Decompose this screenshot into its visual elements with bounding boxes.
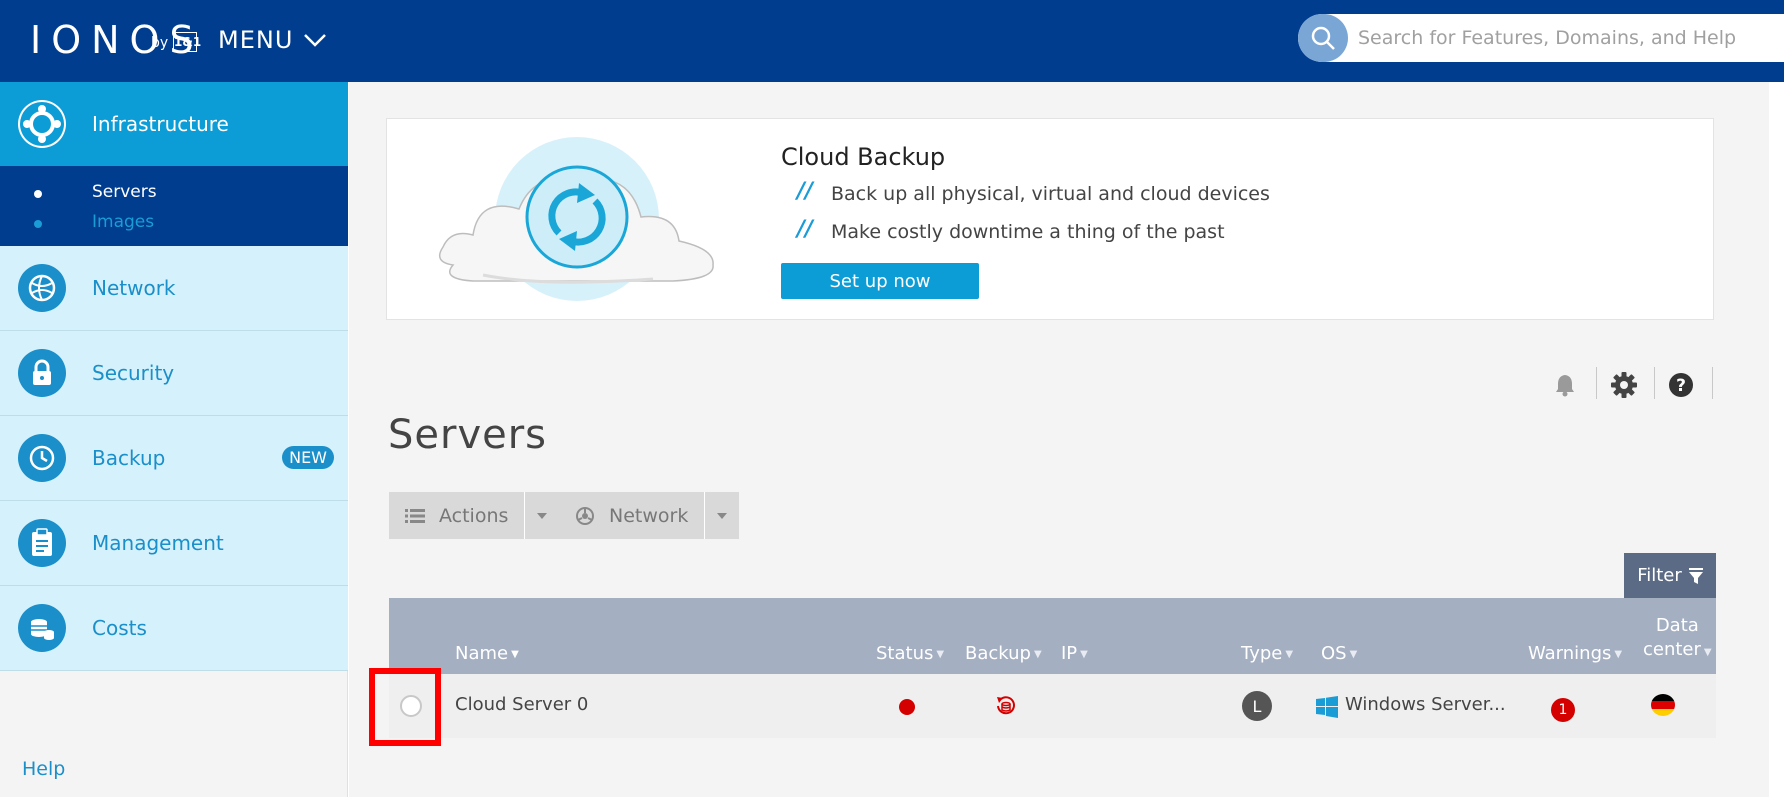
column-header-datacenter[interactable]: Data center ▼ — [1643, 614, 1712, 665]
sidebar-subnav: Servers Images — [0, 166, 348, 246]
network-dropdown-toggle[interactable] — [705, 492, 739, 539]
network-button-group: Network — [559, 492, 740, 539]
column-header-backup[interactable]: Backup ▼ — [965, 643, 1042, 664]
row-select-radio[interactable] — [400, 695, 422, 717]
windows-icon — [1316, 696, 1338, 718]
type-badge: L — [1242, 691, 1272, 721]
column-header-type[interactable]: Type ▼ — [1241, 643, 1293, 664]
active-dot-icon — [34, 190, 42, 198]
sidebar-item-management[interactable]: Management — [0, 501, 348, 586]
sidebar-item-label: Costs — [92, 616, 147, 640]
clock-icon — [18, 434, 66, 482]
germany-flag-icon — [1651, 694, 1675, 716]
help-icon[interactable]: ? — [1668, 372, 1694, 398]
actions-button-group: Actions — [389, 492, 560, 539]
search-input[interactable] — [1358, 14, 1778, 62]
sidebar-item-label: Management — [92, 531, 224, 555]
toolbar-icons: ? — [1540, 365, 1716, 405]
network-label: Network — [609, 504, 689, 527]
promo-title: Cloud Backup — [781, 143, 946, 171]
column-header-ip[interactable]: IP ▼ — [1061, 643, 1088, 664]
toolbar-divider — [1712, 367, 1713, 399]
sidebar-item-infrastructure[interactable]: Infrastructure — [0, 82, 348, 166]
toolbar-divider — [1596, 367, 1597, 399]
actions-button[interactable]: Actions — [389, 492, 526, 539]
chevron-down-icon — [304, 34, 327, 47]
column-header-os[interactable]: OS ▼ — [1321, 643, 1357, 664]
menu-label: MENU — [218, 26, 294, 54]
sidebar: Infrastructure Servers Images Network Se… — [0, 82, 348, 797]
check-icon: // — [797, 217, 814, 242]
filter-label: Filter — [1637, 565, 1682, 586]
inactive-dot-icon — [34, 220, 42, 228]
lock-icon — [18, 349, 66, 397]
sidebar-item-costs[interactable]: Costs — [0, 586, 348, 671]
list-icon — [405, 508, 425, 523]
status-indicator — [899, 699, 915, 715]
new-badge: NEW — [282, 446, 334, 469]
table-row[interactable]: Cloud Server 0 L Windows Server... 1 — [389, 674, 1716, 738]
set-up-now-button[interactable]: Set up now — [781, 263, 979, 299]
search-box — [1298, 14, 1784, 62]
page-title: Servers — [388, 412, 548, 458]
server-name[interactable]: Cloud Server 0 — [455, 694, 588, 715]
caret-down-icon — [537, 512, 548, 519]
promo-bullet: Make costly downtime a thing of the past — [831, 221, 1225, 243]
sidebar-subitem-images[interactable]: Images — [92, 212, 154, 232]
sidebar-item-label: Infrastructure — [92, 112, 229, 136]
gear-icon[interactable] — [1610, 371, 1638, 399]
servers-table-header: Name ▼ Status ▼ Backup ▼ IP ▼ Type ▼ OS ▼ Warn… — [389, 598, 1716, 674]
caret-down-icon — [717, 512, 728, 519]
column-header-name[interactable]: Name ▼ — [455, 643, 519, 664]
bell-icon[interactable] — [1554, 373, 1576, 397]
sidebar-item-backup[interactable]: Backup NEW — [0, 416, 348, 501]
filter-button[interactable]: Filter — [1624, 553, 1716, 598]
column-header-status[interactable]: Status ▼ — [876, 643, 944, 664]
funnel-icon — [1688, 567, 1703, 584]
menu-button[interactable]: MENU — [218, 26, 327, 54]
actions-dropdown-toggle[interactable] — [525, 492, 559, 539]
logo-by-text: by — [151, 35, 169, 51]
clipboard-icon — [18, 519, 66, 567]
cloud-backup-promo: Cloud Backup // Back up all physical, vi… — [386, 118, 1714, 320]
sidebar-subitem-servers[interactable]: Servers — [92, 182, 157, 202]
search-icon[interactable] — [1298, 14, 1348, 62]
network-icon — [18, 264, 66, 312]
sidebar-item-label: Security — [92, 361, 175, 385]
logo-partner-badge: 1&1 — [173, 32, 201, 52]
sidebar-item-security[interactable]: Security — [0, 331, 348, 416]
network-icon — [576, 506, 594, 525]
actions-label: Actions — [439, 504, 509, 527]
svg-text:?: ? — [1676, 376, 1686, 396]
os-name: Windows Server... — [1345, 694, 1506, 715]
sidebar-item-label: Backup — [92, 446, 166, 470]
column-header-warnings[interactable]: Warnings ▼ — [1528, 643, 1622, 664]
infrastructure-icon — [18, 100, 66, 148]
toolbar-divider — [1654, 367, 1655, 399]
help-link[interactable]: Help — [22, 758, 65, 780]
coins-icon — [18, 604, 66, 652]
backup-icon[interactable] — [993, 694, 1017, 718]
network-button[interactable]: Network — [559, 492, 706, 539]
cloud-backup-illustration — [438, 137, 714, 301]
check-icon: // — [797, 179, 814, 204]
promo-bullet: Back up all physical, virtual and cloud … — [831, 183, 1270, 205]
sidebar-item-label: Network — [92, 276, 176, 300]
warnings-badge[interactable]: 1 — [1551, 698, 1575, 722]
sidebar-item-network[interactable]: Network — [0, 246, 348, 331]
top-header: IONOS by 1&1 MENU — [0, 0, 1784, 82]
